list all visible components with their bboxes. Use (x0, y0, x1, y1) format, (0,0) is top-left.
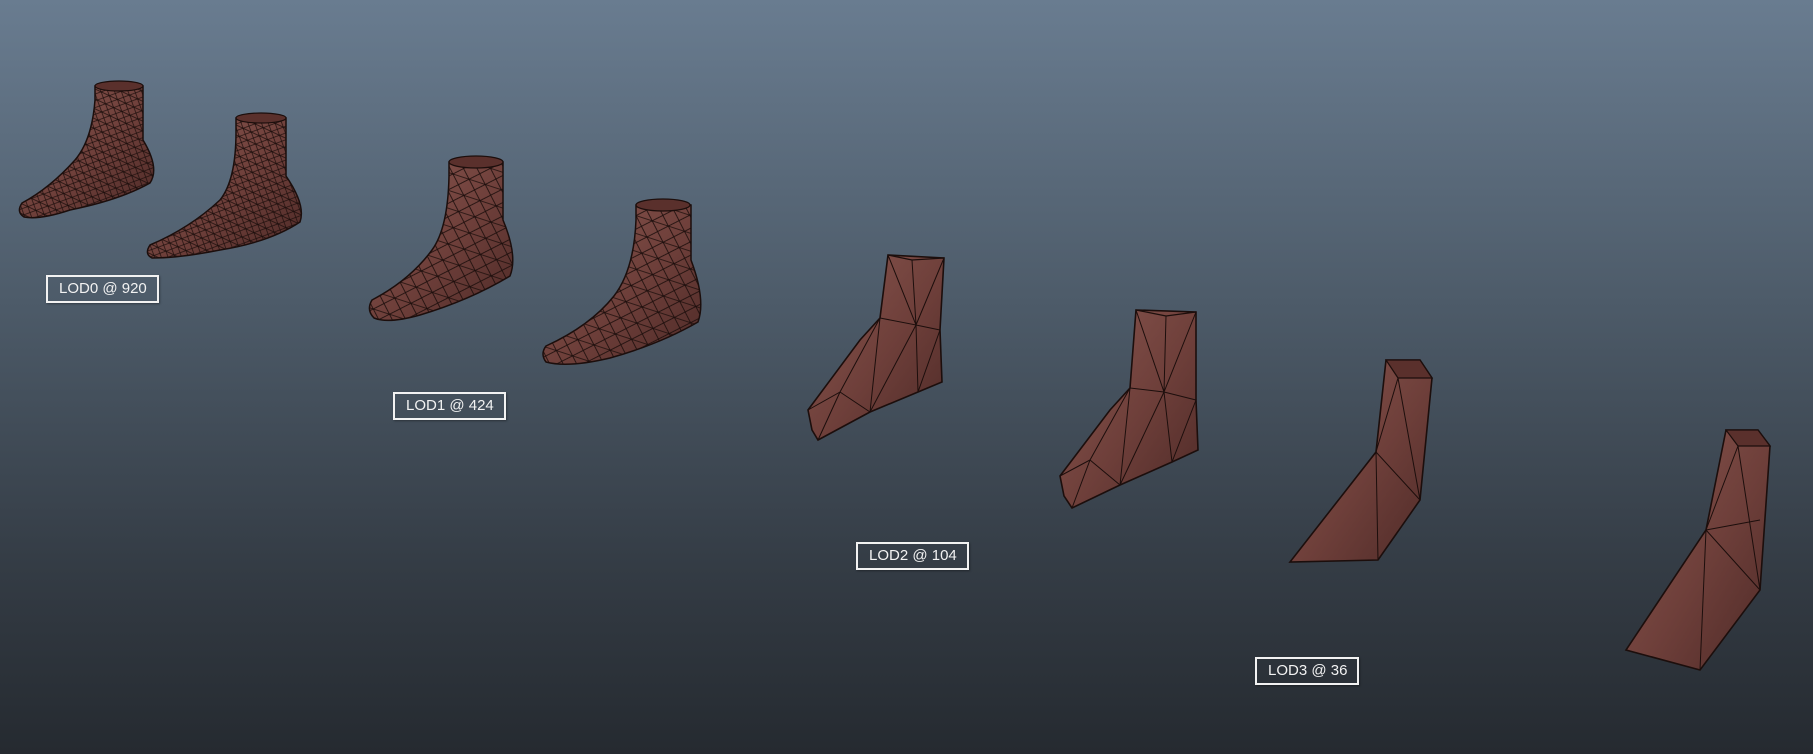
lod1-label: LOD1 @ 424 (393, 392, 506, 420)
lod3-foot-left (1288, 359, 1434, 563)
lod3-mesh-group (1288, 359, 1772, 671)
lod1-mesh-group (368, 155, 702, 365)
lod3-label: LOD3 @ 36 (1255, 657, 1360, 685)
lod3-foot-right (1624, 429, 1772, 671)
lod2-foot-left (807, 254, 945, 442)
lod1-foot-left (368, 155, 514, 322)
3d-viewport[interactable]: LOD0 @ 920 LOD1 @ 424 LOD2 @ 104 LOD3 @ … (0, 0, 1813, 754)
lod1-foot-right (542, 198, 702, 365)
lod0-label: LOD0 @ 920 (46, 275, 159, 303)
lod0-mesh-group (18, 80, 303, 259)
lod2-label: LOD2 @ 104 (856, 542, 969, 570)
lod-scene (18, 80, 1772, 671)
lod0-foot-right (146, 112, 303, 259)
lod2-foot-right (1059, 309, 1199, 510)
lod0-foot-left (18, 80, 155, 219)
lod2-mesh-group (807, 254, 1199, 510)
